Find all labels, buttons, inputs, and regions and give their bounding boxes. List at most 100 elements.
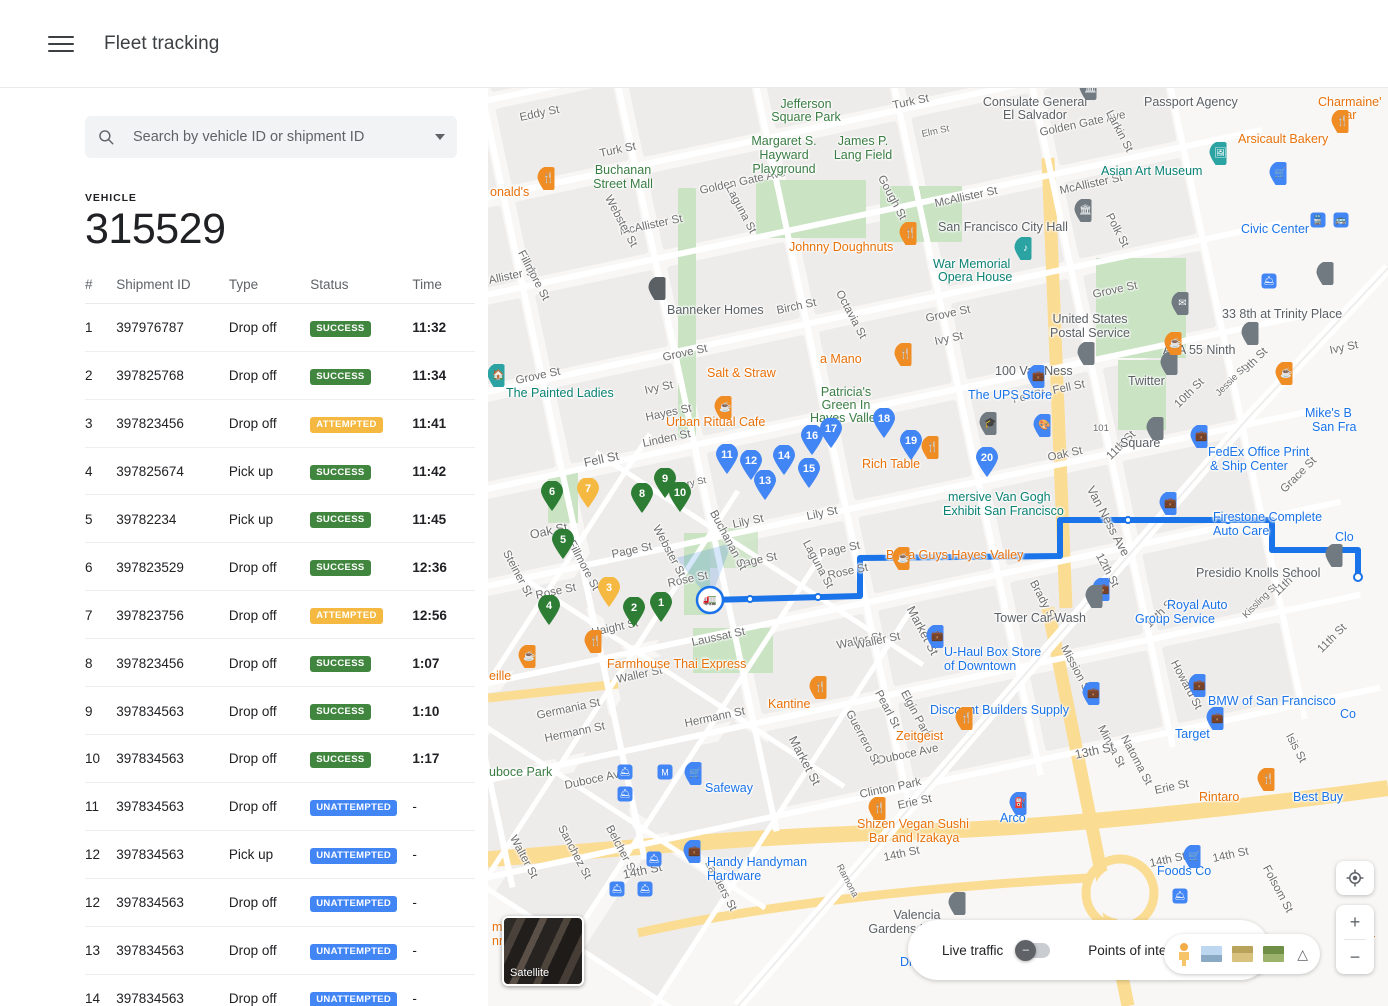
map-poi-pin[interactable]: ☕ bbox=[893, 547, 910, 570]
map-poi-pin[interactable]: 🍴 bbox=[1258, 768, 1275, 791]
map-stop-marker[interactable]: 5 bbox=[552, 529, 574, 559]
map-poi-pin[interactable]: 💼 bbox=[1028, 365, 1045, 388]
map-transit-icon[interactable]: 🛎 bbox=[1173, 889, 1188, 904]
map-poi-pin[interactable]: ♪ bbox=[1015, 237, 1032, 260]
map-poi-pin[interactable]: 🍴 bbox=[895, 343, 912, 366]
map-transit-icon[interactable]: 🛎 bbox=[610, 882, 625, 897]
map-poi-pin[interactable]: 🏛 bbox=[1080, 88, 1097, 100]
table-row[interactable]: 7397823756Drop offATTEMPTED12:56 bbox=[85, 591, 475, 639]
zoom-out-button[interactable]: − bbox=[1336, 940, 1374, 974]
table-row[interactable]: 539782234Pick upSUCCESS11:45 bbox=[85, 495, 475, 543]
map-stop-marker[interactable]: 15 bbox=[798, 458, 820, 488]
map-poi-pin[interactable]: 🍴 bbox=[956, 707, 973, 730]
table-row[interactable]: 11397834563Drop offUNATTEMPTED- bbox=[85, 782, 475, 830]
map-poi-pin[interactable]: 🍴 bbox=[900, 222, 917, 245]
map-poi-pin[interactable] bbox=[1326, 544, 1343, 567]
map-stop-marker[interactable]: 20 bbox=[976, 447, 998, 477]
map-stop-marker[interactable]: 4 bbox=[538, 595, 560, 625]
table-row[interactable]: 3397823456Drop offATTEMPTED11:41 bbox=[85, 399, 475, 447]
map-transit-icon[interactable]: 🚆 bbox=[1311, 213, 1326, 228]
map-poi-pin[interactable]: 🏛 bbox=[1075, 199, 1092, 222]
map-stop-marker[interactable]: 1 bbox=[650, 592, 672, 622]
map-panel[interactable]: 🚛 Eddy StTurk StTurk StElm StGolden Gate… bbox=[488, 88, 1388, 1006]
map-transit-icon[interactable]: 🛎 bbox=[638, 882, 653, 897]
table-row[interactable]: 8397823456Drop offSUCCESS1:07 bbox=[85, 639, 475, 687]
table-row[interactable]: 12397834563Pick upUNATTEMPTED- bbox=[85, 830, 475, 878]
table-row[interactable]: 2397825768Drop offSUCCESS11:34 bbox=[85, 351, 475, 399]
map-poi-pin[interactable]: ⛽ bbox=[1010, 792, 1027, 815]
chevron-down-icon[interactable] bbox=[435, 134, 445, 140]
map-poi-pin[interactable]: ✉ bbox=[1172, 292, 1189, 315]
map-poi-pin[interactable] bbox=[1242, 322, 1259, 345]
map-stop-marker[interactable]: 8 bbox=[631, 483, 653, 513]
map-poi-pin[interactable]: 🛒 bbox=[1270, 162, 1287, 185]
map-poi-pin[interactable]: 🍴 bbox=[869, 797, 886, 820]
map-poi-pin[interactable] bbox=[1161, 352, 1178, 375]
map-stop-marker[interactable]: 7 bbox=[577, 478, 599, 508]
table-row[interactable]: 13397834563Drop offUNATTEMPTED- bbox=[85, 926, 475, 974]
pegman-icon[interactable] bbox=[1176, 942, 1192, 966]
map-poi-pin[interactable]: 💼 bbox=[927, 625, 944, 648]
map-stop-marker[interactable]: 11 bbox=[716, 444, 738, 474]
map-poi-pin[interactable] bbox=[1147, 417, 1164, 440]
map-poi-pin[interactable]: 🍴 bbox=[810, 676, 827, 699]
hamburger-menu-icon[interactable] bbox=[48, 31, 74, 57]
map-poi-pin[interactable]: 🛒 bbox=[1184, 845, 1201, 868]
map-poi-pin[interactable]: 💼 bbox=[1083, 682, 1100, 705]
map-poi-pin[interactable] bbox=[1317, 262, 1334, 285]
map-poi-pin[interactable]: 💼 bbox=[1207, 707, 1224, 730]
map-poi-pin[interactable]: 🍴 bbox=[538, 167, 555, 190]
map-poi-pin[interactable]: ☕ bbox=[519, 645, 536, 668]
map-transit-icon[interactable]: 🛎 bbox=[647, 852, 662, 867]
map-poi-pin[interactable]: 🍴 bbox=[585, 630, 602, 653]
map-poi-pin[interactable] bbox=[1086, 585, 1103, 608]
map-poi-pin[interactable] bbox=[949, 892, 966, 915]
map-stop-marker[interactable]: 14 bbox=[773, 445, 795, 475]
map-transit-icon[interactable]: 🛎 bbox=[618, 787, 633, 802]
my-location-button[interactable] bbox=[1336, 861, 1374, 895]
map-poi-pin[interactable]: 🍴 bbox=[1332, 110, 1349, 133]
zoom-in-button[interactable]: + bbox=[1336, 905, 1374, 939]
map-poi-pin[interactable]: ☕ bbox=[1165, 332, 1182, 355]
table-row[interactable]: 1397976787Drop offSUCCESS11:32 bbox=[85, 303, 475, 351]
chevrons-up-icon[interactable]: △​ bbox=[1297, 946, 1308, 963]
map-stop-marker[interactable]: 2 bbox=[623, 597, 645, 627]
map-poi-pin[interactable]: ☕ bbox=[715, 396, 732, 419]
table-row[interactable]: 14397834563Drop offUNATTEMPTED- bbox=[85, 974, 475, 1006]
map-poi-pin[interactable]: 🏠 bbox=[488, 364, 505, 387]
map-poi-pin[interactable]: 💼 bbox=[1160, 492, 1177, 515]
imagery-thumb-2[interactable] bbox=[1231, 945, 1254, 963]
table-row[interactable]: 4397825674Pick upSUCCESS11:42 bbox=[85, 447, 475, 495]
table-row[interactable]: 10397834563Drop offSUCCESS1:17 bbox=[85, 735, 475, 783]
live-traffic-switch[interactable]: – bbox=[1016, 943, 1050, 958]
map-poi-pin[interactable]: ☕ bbox=[1276, 362, 1293, 385]
map-stop-marker[interactable]: 10 bbox=[669, 482, 691, 512]
satellite-toggle-thumbnail[interactable]: Satellite bbox=[502, 916, 584, 986]
map-poi-pin[interactable]: 🎓 bbox=[980, 412, 997, 435]
map-poi-pin[interactable]: 🎨 bbox=[1034, 414, 1051, 437]
map-poi-pin[interactable] bbox=[1078, 342, 1095, 365]
imagery-thumb-3[interactable] bbox=[1262, 945, 1285, 963]
map-transit-icon[interactable]: 🛎 bbox=[618, 765, 633, 780]
map-poi-pin[interactable]: 🖼 bbox=[1210, 142, 1227, 165]
map-transit-icon[interactable]: 🛎 bbox=[1262, 274, 1277, 289]
map-stop-marker[interactable]: 19 bbox=[900, 430, 922, 460]
live-traffic-toggle[interactable]: Live traffic – bbox=[942, 943, 1050, 958]
map-transit-icon[interactable]: 🚌 bbox=[1334, 213, 1349, 228]
map-poi-pin[interactable]: 🛒 bbox=[685, 762, 702, 785]
table-row[interactable]: 6397823529Drop offSUCCESS12:36 bbox=[85, 543, 475, 591]
map-stop-marker[interactable]: 17 bbox=[820, 418, 842, 448]
map-poi-pin[interactable]: 💼 bbox=[1189, 674, 1206, 697]
map-poi-pin[interactable] bbox=[649, 277, 666, 300]
map-stop-marker[interactable]: 18 bbox=[873, 408, 895, 438]
map-stop-marker[interactable]: 6 bbox=[541, 481, 563, 511]
table-row[interactable]: 12397834563Drop offUNATTEMPTED- bbox=[85, 878, 475, 926]
map-poi-pin[interactable]: 💼 bbox=[684, 840, 701, 863]
map-transit-icon[interactable]: M bbox=[658, 765, 673, 780]
map-stop-marker[interactable]: 3 bbox=[598, 577, 620, 607]
map-poi-pin[interactable]: 🍴 bbox=[922, 436, 939, 459]
table-row[interactable]: 9397834563Drop offSUCCESS1:10 bbox=[85, 687, 475, 735]
map-poi-pin[interactable]: 💼 bbox=[1191, 425, 1208, 448]
imagery-thumb-1[interactable] bbox=[1200, 945, 1223, 963]
search-input[interactable]: Search by vehicle ID or shipment ID bbox=[85, 116, 457, 158]
